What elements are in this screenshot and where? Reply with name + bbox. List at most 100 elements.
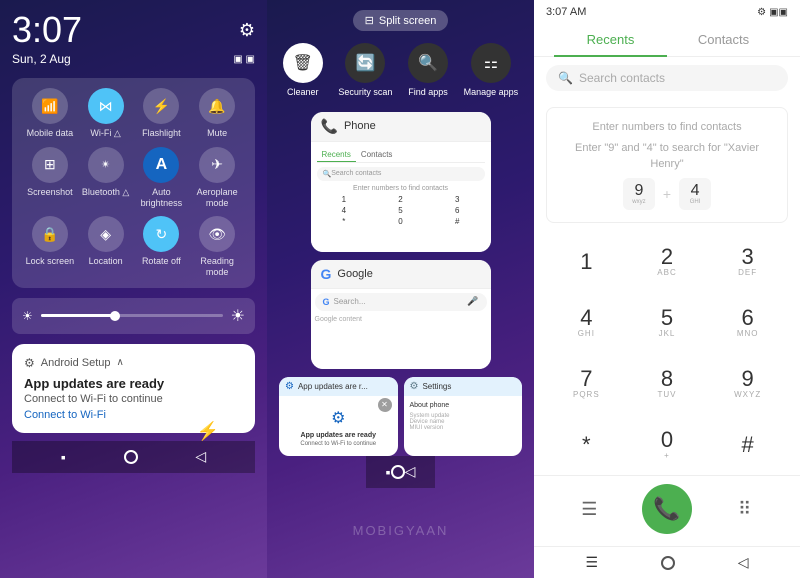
nav-bar-right: ☰ ◁ xyxy=(534,546,800,578)
nav-home-btn-mid[interactable] xyxy=(391,465,405,479)
nav-menu-btn-right[interactable]: ☰ xyxy=(585,554,598,571)
toggle-aeroplane[interactable]: ✈ Aeroplane mode xyxy=(192,147,242,209)
toggle-location[interactable]: ◈ Location xyxy=(81,216,131,278)
toggle-bluetooth[interactable]: ✴ Bluetooth △ xyxy=(81,147,131,209)
nav-back-btn[interactable]: ◁ xyxy=(195,448,206,465)
toggle-rotate[interactable]: ↻ Rotate off xyxy=(136,216,186,278)
key-6[interactable]: 6 MNO xyxy=(707,292,788,353)
phone-app-icon: 📞 xyxy=(321,118,338,135)
right-status-time: 3:07 AM xyxy=(546,6,586,18)
settings-card[interactable]: ⚙ Settings About phone System updateDevi… xyxy=(404,377,523,456)
phone-enter-text: Enter numbers to find contacts xyxy=(317,185,485,192)
close-updates-card[interactable]: ✕ xyxy=(378,398,392,412)
updates-notif-sub: Connect to Wi-Fi to continue xyxy=(300,441,376,447)
qa-security-scan[interactable]: 🔄 Security scan xyxy=(338,43,392,98)
toggle-reading[interactable]: 👁 Reading mode xyxy=(192,216,242,278)
num-9-sub: wxyz xyxy=(632,199,645,205)
key-2[interactable]: 2 ABC xyxy=(627,231,708,292)
bottom-cards-row: ⚙ App updates are r... ✕ ⚙ App updates a… xyxy=(275,377,526,456)
key-3[interactable]: 3 DEF xyxy=(707,231,788,292)
find-apps-label: Find apps xyxy=(408,87,448,98)
toggle-auto-brightness[interactable]: A Auto brightness xyxy=(136,147,186,209)
brightness-thumb xyxy=(110,311,120,321)
key-5[interactable]: 5 JKL xyxy=(627,292,708,353)
brightness-slider[interactable] xyxy=(41,314,223,317)
wifi-icon: ⋈ xyxy=(88,88,124,124)
toggle-mute[interactable]: 🔔 Mute xyxy=(192,88,242,139)
toggle-row-1: 📶 Mobile data ⋈ Wi-Fi △ ⚡ Flashlight 🔔 M… xyxy=(22,88,245,139)
reading-label: Reading mode xyxy=(192,256,242,278)
brightness-fill xyxy=(41,314,114,317)
google-app-header: G Google xyxy=(311,260,491,289)
key-hash[interactable]: # xyxy=(707,414,788,475)
nav-menu-btn-mid[interactable]: ▪ xyxy=(386,464,391,480)
split-screen-button[interactable]: ⊟ Split screen xyxy=(353,10,449,31)
key-0[interactable]: 0 + xyxy=(627,414,708,475)
right-status-icons: ⚙ ▣▣ xyxy=(757,7,788,18)
nav-home-btn[interactable] xyxy=(124,450,138,464)
dialer-keypad-button[interactable]: ⠿ xyxy=(727,491,763,527)
phone-app-card[interactable]: 📞 Phone Recents Contacts 🔍 Search contac… xyxy=(311,112,491,252)
bluetooth-label: Bluetooth △ xyxy=(82,187,129,198)
nav-home-btn-right[interactable] xyxy=(661,556,675,570)
dialer-menu-button[interactable]: ☰ xyxy=(571,491,607,527)
notification-wifi-off-icon: ⚡ xyxy=(197,421,219,442)
qa-find-apps[interactable]: 🔍 Find apps xyxy=(408,43,448,98)
google-content-area: Google content xyxy=(315,316,487,323)
key-4[interactable]: 4 GHI xyxy=(546,292,627,353)
key-1[interactable]: 1 xyxy=(546,231,627,292)
nav-back-btn-right[interactable]: ◁ xyxy=(738,554,749,571)
screenshot-label: Screenshot xyxy=(27,187,73,198)
notification-subtitle: Connect to Wi-Fi to continue xyxy=(24,393,243,405)
updates-card-header: ⚙ App updates are r... xyxy=(279,377,398,396)
nav-menu-btn[interactable]: ▪ xyxy=(61,449,66,465)
notification-inner: ⚙ Android Setup ∧ App updates are ready … xyxy=(24,356,243,421)
key-9[interactable]: 9 WXYZ xyxy=(707,353,788,414)
brightness-high-icon: ☀ xyxy=(231,306,245,326)
nav-back-btn-mid[interactable]: ◁ xyxy=(405,463,416,480)
tab-contacts[interactable]: Contacts xyxy=(667,24,780,56)
num-4-main: 4 xyxy=(691,183,700,199)
toggle-flashlight[interactable]: ⚡ Flashlight xyxy=(136,88,186,139)
battery-icon: ▣ ▣ xyxy=(233,54,255,65)
toggle-wifi[interactable]: ⋈ Wi-Fi △ xyxy=(81,88,131,139)
search-icon: 🔍 xyxy=(558,71,573,85)
settings-icon[interactable]: ⚙ xyxy=(239,20,255,41)
qa-cleaner[interactable]: 🗑 Cleaner xyxy=(283,43,323,98)
search-bar[interactable]: 🔍 Search contacts xyxy=(546,65,788,91)
auto-brightness-label: Auto brightness xyxy=(136,187,186,209)
mobile-data-label: Mobile data xyxy=(27,128,74,139)
notification-link[interactable]: Connect to Wi-Fi xyxy=(24,409,243,421)
find-num-4: 4 GHI xyxy=(679,178,711,210)
toggle-row-2: ⊞ Screenshot ✴ Bluetooth △ A Auto bright… xyxy=(22,147,245,209)
tab-recents[interactable]: Recents xyxy=(554,24,667,57)
dialer-menu-icon: ☰ xyxy=(581,499,597,520)
key-7[interactable]: 7 PQRS xyxy=(546,353,627,414)
updates-app-icon: ⚙ xyxy=(285,381,294,392)
qa-manage-apps[interactable]: ⚏ Manage apps xyxy=(464,43,519,98)
security-scan-icon: 🔄 xyxy=(345,43,385,83)
phone-app-content: Recents Contacts 🔍 Search contacts Enter… xyxy=(311,142,491,252)
key-8[interactable]: 8 TUV xyxy=(627,353,708,414)
phone-dialer-panel: 3:07 AM ⚙ ▣▣ Recents Contacts 🔍 Search c… xyxy=(534,0,800,578)
toggle-screenshot[interactable]: ⊞ Screenshot xyxy=(25,147,75,209)
call-button[interactable]: 📞 xyxy=(642,484,692,534)
notification-app-icon: ⚙ xyxy=(24,356,35,370)
google-app-card[interactable]: G Google G Search... 🎤 Google content xyxy=(311,260,491,369)
right-status-bar: 3:07 AM ⚙ ▣▣ xyxy=(534,0,800,24)
google-search-bar: G Search... 🎤 xyxy=(315,293,487,311)
mobile-data-icon: 📶 xyxy=(32,88,68,124)
right-settings-icon: ⚙ xyxy=(757,7,766,18)
numpad: 1 2 ABC 3 DEF 4 GHI 5 JKL 6 MNO 7 PQRS 8 xyxy=(534,231,800,475)
nav-bar-middle: ▪ ◁ xyxy=(366,456,436,488)
phone-mini-tabs: Recents Contacts xyxy=(317,148,485,163)
toggle-mobile-data[interactable]: 📶 Mobile data xyxy=(25,88,75,139)
phone-tabs: Recents Contacts xyxy=(534,24,800,57)
updates-card[interactable]: ⚙ App updates are r... ✕ ⚙ App updates a… xyxy=(279,377,398,456)
num-4-sub: GHI xyxy=(690,199,701,205)
brightness-control[interactable]: ☀ ☀ xyxy=(12,298,255,334)
toggle-lock-screen[interactable]: 🔒 Lock screen xyxy=(25,216,75,278)
key-star[interactable]: * xyxy=(546,414,627,475)
google-bar-text: Search... xyxy=(334,297,366,306)
notification-app-name: Android Setup xyxy=(41,357,111,369)
